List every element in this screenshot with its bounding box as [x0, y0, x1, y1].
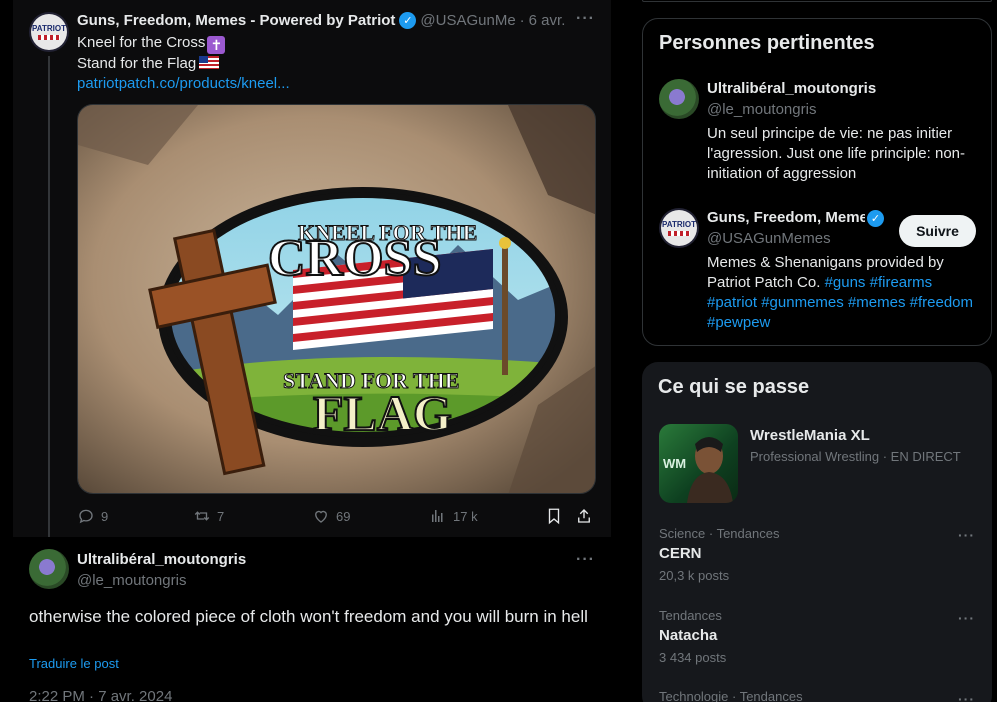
hashtag-gunmemes[interactable]: #gunmemes [761, 294, 844, 311]
tweet[interactable]: PATRIOT Guns, Freedom, Memes - Powered b… [13, 0, 611, 546]
main-timeline: PATRIOT Guns, Freedom, Memes - Powered b… [13, 0, 611, 702]
analytics-icon [432, 510, 443, 522]
wrestler-image: WM [663, 437, 733, 503]
author-name[interactable]: Guns, Freedom, Memes - Powered by Patrio… [77, 12, 395, 29]
like-count: 69 [336, 508, 351, 524]
avatar-stripes [38, 35, 60, 40]
tweet-link[interactable]: patriotpatch.co/products/kneel... [77, 75, 290, 92]
avatar-logo-text: PATRIOT [662, 220, 696, 229]
follow-button[interactable]: Suivre [899, 215, 976, 247]
share-button[interactable] [575, 507, 599, 525]
repost-button[interactable]: 7 [193, 507, 224, 525]
header-separator: · [519, 12, 525, 29]
whats-happening-panel: Ce qui se passe WM WrestleMania XL Profe… [642, 362, 992, 702]
reply-button[interactable]: 9 [77, 507, 108, 525]
reply-text: otherwise the colored piece of cloth won… [29, 607, 588, 626]
trend-2-meta: Tendances [659, 608, 722, 623]
reply-author-name-row: Ultralibéral_moutongris [77, 551, 246, 568]
hashtag-firearms[interactable]: #firearms [870, 274, 933, 291]
trend-1-count: 20,3 k posts [659, 568, 730, 583]
reply-author-name[interactable]: Ultralibéral_moutongris [77, 551, 246, 568]
relevant-person-2-avatar[interactable]: PATRIOT [659, 208, 699, 248]
reply-author-avatar[interactable] [29, 549, 69, 589]
verified-badge-icon: ✓ [399, 12, 417, 29]
patch-text-top-big: CROSS [268, 230, 441, 287]
trend-3-meta: Technologie · Tendances [659, 689, 803, 702]
relevant-person-1-handle[interactable]: @le_moutongris [707, 101, 816, 118]
trend-1-meta: Science · Tendances [659, 526, 780, 541]
relevant-person-1-bio: Un seul principe de vie: ne pas initier … [707, 125, 966, 182]
trend-3-more-icon[interactable]: ··· [958, 691, 975, 702]
repost-icon [194, 511, 210, 521]
whats-happening-title: Ce qui se passe [658, 376, 810, 398]
translate-link[interactable]: Traduire le post [29, 656, 119, 671]
relevant-person-2-handle[interactable]: @USAGunMemes [707, 230, 831, 247]
patch-photo: KNEEL FOR THE CROSS STAND FOR THE FLAG [78, 105, 595, 493]
patriot-logo: PATRIOT [31, 14, 67, 50]
hashtag-patriot[interactable]: #patriot [707, 294, 757, 311]
bookmark-icon [548, 508, 560, 525]
us-flag-emoji-icon [199, 56, 220, 69]
reply-author-handle[interactable]: @le_moutongris [77, 572, 186, 589]
latin-cross-emoji-icon: ✝ [207, 36, 226, 54]
relevant-person-2-name[interactable]: Guns, Freedom, Memes [707, 209, 865, 226]
view-count: 17 k [453, 508, 478, 524]
relevant-person-1-avatar[interactable] [659, 79, 699, 119]
bookmark-button[interactable] [545, 507, 569, 525]
avatar-logo-text: PATRIOT [32, 24, 66, 33]
share-icon [578, 509, 590, 523]
author-avatar[interactable]: PATRIOT [29, 12, 69, 52]
hashtag-memes[interactable]: #memes [848, 294, 906, 311]
trend-2-name[interactable]: Natacha [659, 627, 717, 644]
relevant-person-2-bio: Memes & Shenanigans provided by Patriot … [707, 253, 979, 333]
more-options-icon[interactable]: ··· [576, 10, 595, 28]
reply-timestamp[interactable]: 2:22 PM · 7 avr. 2024 [29, 688, 172, 702]
tweet-media-image[interactable]: KNEEL FOR THE CROSS STAND FOR THE FLAG [77, 104, 596, 494]
reply-tweet[interactable]: Ultralibéral_moutongris @le_moutongris ·… [13, 537, 611, 702]
reply-count: 9 [101, 508, 109, 524]
tweet-header: Guns, Freedom, Memes - Powered by Patrio… [77, 12, 565, 29]
heart-icon [315, 510, 327, 523]
trend-2-count: 3 434 posts [659, 650, 727, 665]
relevant-people-panel: Personnes pertinentes Ultralibéral_mouto… [642, 18, 992, 346]
views-button[interactable]: 17 k [429, 507, 478, 525]
trend-1-more-icon[interactable]: ··· [958, 527, 975, 543]
verified-badge-icon: ✓ [867, 210, 884, 227]
reply-more-options-icon[interactable]: ··· [576, 551, 595, 569]
thumb-logo-text: WM [663, 456, 686, 471]
hashtag-guns[interactable]: #guns [825, 274, 866, 291]
repost-count: 7 [217, 508, 225, 524]
tweet-line-2: Stand for the Flag [77, 55, 197, 72]
event-name[interactable]: WrestleMania XL [750, 427, 870, 444]
search-box-bottom-edge [642, 0, 992, 2]
trend-1-name[interactable]: CERN [659, 545, 702, 562]
tweet-date[interactable]: 6 avr. [529, 12, 566, 29]
tweet-body: Kneel for the Cross ✝ Stand for the Flag … [77, 33, 290, 94]
hashtag-freedom[interactable]: #freedom [910, 294, 973, 311]
tweet-line-1: Kneel for the Cross [77, 34, 206, 51]
relevant-person-1-name[interactable]: Ultralibéral_moutongris [707, 80, 876, 97]
patch-text-bottom-big: FLAG [313, 385, 452, 441]
relevant-people-title: Personnes pertinentes [659, 32, 875, 54]
hashtag-pewpew[interactable]: #pewpew [707, 314, 770, 331]
tweet-actions: 9 7 69 17 k [77, 507, 597, 527]
thread-line [48, 56, 50, 546]
event-meta: Professional Wrestling · EN DIRECT [750, 449, 961, 464]
author-handle[interactable]: @USAGunMe [420, 12, 515, 29]
reply-icon [79, 509, 93, 524]
patriot-logo: PATRIOT [661, 210, 697, 246]
avatar-stripes [668, 231, 690, 236]
wrestlemania-thumbnail[interactable]: WM [659, 424, 738, 503]
like-button[interactable]: 69 [312, 507, 350, 525]
trend-2-more-icon[interactable]: ··· [958, 610, 975, 626]
